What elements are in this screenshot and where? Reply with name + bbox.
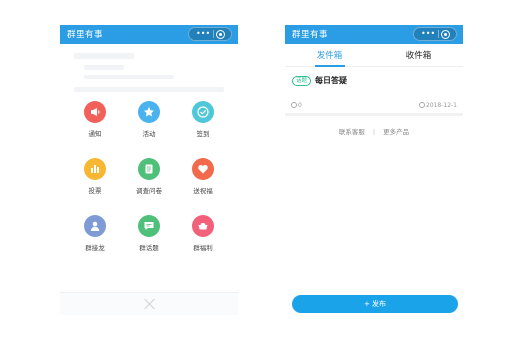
background-placeholder <box>84 65 124 70</box>
grid-item-label: 群福利 <box>193 244 213 252</box>
footer-divider: | <box>372 128 376 136</box>
more-products-link[interactable]: 更多产品 <box>383 128 409 136</box>
grid-item-label: 通知 <box>88 130 102 138</box>
date-value: 2018-12-1 <box>425 102 457 109</box>
list-item[interactable]: 话题 每日答疑 0 2018-12-1 <box>285 71 463 116</box>
title-bar: 群里有事 ••• <box>285 25 463 44</box>
tab-inbox[interactable]: 收件箱 <box>374 49 463 61</box>
item-date: 2018-12-1 <box>418 102 457 109</box>
person-icon <box>84 215 106 237</box>
chat-icon <box>138 215 160 237</box>
grid-item-vote[interactable]: 投票 <box>75 158 115 195</box>
app-title: 群里有事 <box>292 30 329 40</box>
grid-item-activity[interactable]: 活动 <box>129 101 169 138</box>
heart-icon <box>192 158 214 180</box>
tab-outbox[interactable]: 发件箱 <box>285 49 374 61</box>
clock-icon <box>418 102 425 108</box>
star-icon <box>138 101 160 123</box>
count-value: 0 <box>298 102 302 109</box>
grid-item-notice[interactable]: 通知 <box>75 101 115 138</box>
left-phone-screen: 群里有事 ••• 通知 活动 签到 投票 调查问卷 送祝福 群接龙 群话题 群福… <box>60 25 238 315</box>
check-icon <box>192 101 214 123</box>
megaphone-icon <box>84 101 106 123</box>
publish-button[interactable]: + 发布 <box>292 295 458 313</box>
close-icon[interactable] <box>144 298 155 309</box>
survey-icon <box>138 158 160 180</box>
title-bar: 群里有事 ••• <box>60 25 238 44</box>
grid-item-topic[interactable]: 群话题 <box>129 215 169 252</box>
bottom-close-bar <box>60 292 238 315</box>
capsule-divider <box>213 30 214 38</box>
grid-item-survey[interactable]: 调查问卷 <box>129 158 169 195</box>
item-title: 每日答疑 <box>315 76 347 85</box>
close-mini-program-icon[interactable] <box>441 30 450 39</box>
mini-program-capsule[interactable]: ••• <box>188 27 232 41</box>
grid-item-label: 调查问卷 <box>136 187 162 195</box>
background-placeholder <box>74 87 224 92</box>
grid-item-label: 群接龙 <box>85 244 105 252</box>
background-placeholder <box>84 75 174 79</box>
mini-program-capsule[interactable]: ••• <box>413 27 457 41</box>
topic-badge: 话题 <box>292 76 312 86</box>
close-mini-program-icon[interactable] <box>216 30 225 39</box>
capsule-divider <box>438 30 439 38</box>
app-title: 群里有事 <box>67 30 104 40</box>
background-placeholder <box>74 53 134 59</box>
grid-item-blessing[interactable]: 送祝福 <box>183 158 223 195</box>
grid-item-welfare[interactable]: 群福利 <box>183 215 223 252</box>
grid-item-label: 投票 <box>88 187 102 195</box>
person-icon <box>291 102 297 108</box>
grid-item-label: 签到 <box>196 130 210 138</box>
right-phone-screen: 群里有事 ••• 发件箱 收件箱 话题 每日答疑 0 2018-12-1 联系客… <box>285 25 463 315</box>
more-icon[interactable]: ••• <box>196 29 210 39</box>
grid-item-label: 群话题 <box>139 244 159 252</box>
contact-support-link[interactable]: 联系客服 <box>339 128 365 136</box>
grid-item-relay[interactable]: 群接龙 <box>75 215 115 252</box>
active-tab-indicator <box>315 65 345 67</box>
grid-item-checkin[interactable]: 签到 <box>183 101 223 138</box>
inbox-tabs: 发件箱 收件箱 <box>285 44 463 67</box>
grid-item-label: 送祝福 <box>193 187 213 195</box>
footer-links: 联系客服 | 更多产品 <box>285 126 463 136</box>
gift-icon <box>192 215 214 237</box>
participant-count: 0 <box>291 102 302 109</box>
grid-item-label: 活动 <box>142 130 156 138</box>
more-icon[interactable]: ••• <box>421 29 435 39</box>
bar-chart-icon <box>84 158 106 180</box>
